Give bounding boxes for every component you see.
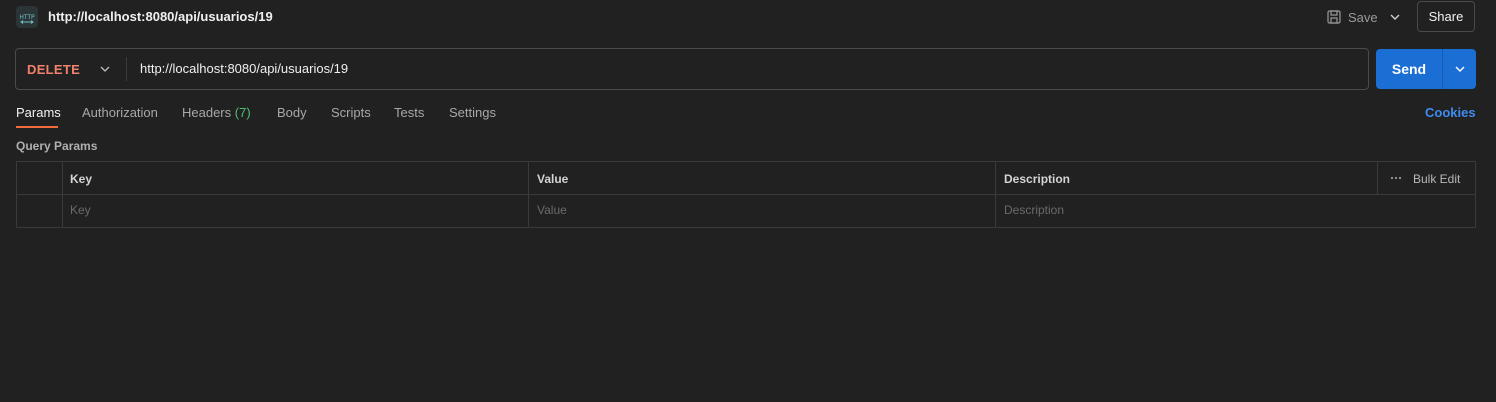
tab-scripts[interactable]: Scripts [331,105,371,120]
divider [62,162,63,227]
active-tab-indicator [16,126,58,128]
http-request-icon: HTTP [16,6,38,28]
share-button[interactable]: Share [1417,1,1475,32]
url-bar: DELETE http://localhost:8080/api/usuario… [15,48,1369,90]
chevron-down-icon[interactable] [98,62,112,76]
column-header-value: Value [537,172,569,186]
more-options-icon[interactable] [1390,175,1402,181]
section-title: Query Params [16,139,98,153]
description-input[interactable]: Description [1004,203,1064,217]
method-select[interactable]: DELETE [27,62,80,77]
tab-headers[interactable]: Headers (7) [182,105,251,120]
send-button[interactable]: Send [1376,49,1442,89]
svg-text:HTTP: HTTP [19,14,35,21]
bulk-edit-button[interactable]: Bulk Edit [1413,172,1460,186]
save-label: Save [1348,9,1378,25]
save-icon [1327,10,1341,24]
cookies-link[interactable]: Cookies [1425,105,1476,120]
divider [1377,162,1378,194]
chevron-down-icon[interactable] [1388,10,1402,24]
params-table: Key Value Description Bulk Edit Key Valu… [16,161,1476,228]
headers-count-badge: (7) [234,105,251,120]
value-input[interactable]: Value [537,203,567,217]
tab-tests[interactable]: Tests [394,105,424,120]
tab-headers-label: Headers [182,105,232,120]
tab-authorization[interactable]: Authorization [82,105,158,120]
tab-body[interactable]: Body [277,105,307,120]
column-header-description: Description [1004,172,1071,186]
column-header-key: Key [70,172,93,186]
chevron-down-icon [1455,66,1465,72]
divider [995,162,996,227]
request-header: HTTP http://localhost:8080/api/usuarios/… [0,0,1496,34]
tab-settings[interactable]: Settings [449,105,496,120]
request-title[interactable]: http://localhost:8080/api/usuarios/19 [48,9,273,24]
tab-params[interactable]: Params [16,105,61,120]
divider [528,162,529,227]
divider [126,57,127,81]
divider [17,194,1475,195]
key-input[interactable]: Key [70,203,91,217]
save-button[interactable]: Save [1326,6,1378,28]
send-options-button[interactable] [1443,49,1476,89]
url-input[interactable]: http://localhost:8080/api/usuarios/19 [140,61,348,76]
